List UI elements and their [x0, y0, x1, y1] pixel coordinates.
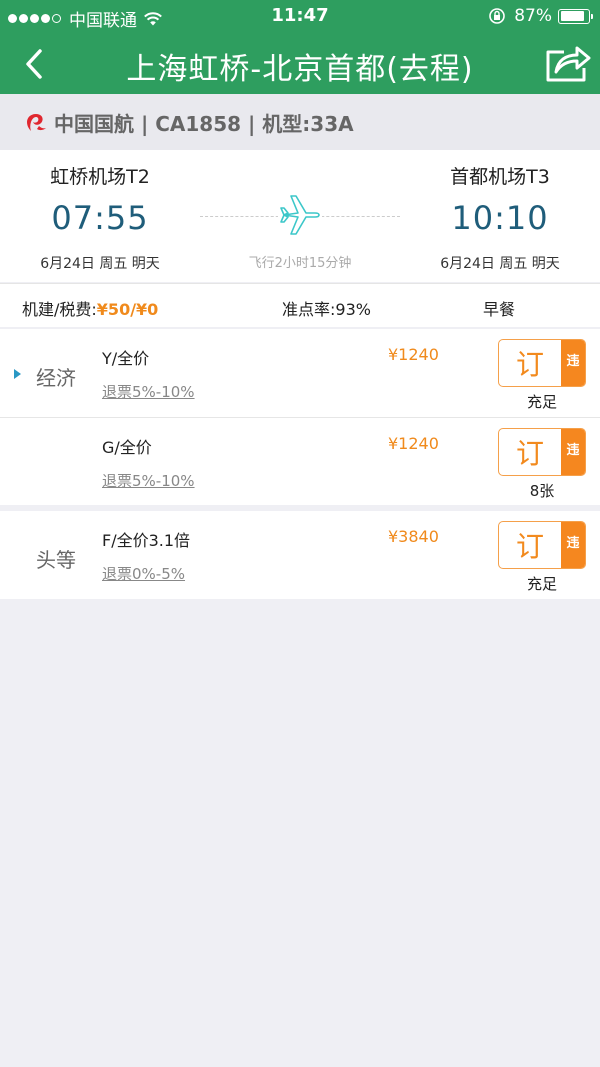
- ticket-availability: 充足: [526, 393, 557, 411]
- status-bar: 中国联通 11:47 87%: [0, 0, 600, 32]
- airline-flight-info: 中国国航 | CA1858 | 机型:33A: [54, 111, 354, 136]
- departure-info: 虹桥机场T2 07:55 6月24日 周五 明天: [0, 162, 200, 273]
- battery-icon: [558, 8, 593, 24]
- fare-price: ¥1240: [388, 345, 439, 364]
- nav-bar: 上海虹桥-北京首都(去程): [0, 32, 600, 94]
- battery-fill: [560, 11, 584, 21]
- arrival-airport: 首都机场T3: [450, 166, 550, 188]
- violation-tag: 违: [561, 340, 585, 386]
- flight-summary: 虹桥机场T2 07:55 6月24日 周五 明天 飞行2小时15分钟 首都机场T…: [0, 150, 600, 282]
- back-button[interactable]: [14, 44, 54, 84]
- arrival-date: 6月24日 周五 明天: [440, 256, 560, 272]
- tax-fee: 机建/税费:¥50/¥0: [22, 296, 158, 320]
- arrival-time: 10:10: [451, 199, 549, 237]
- flight-duration-area: 飞行2小时15分钟: [200, 190, 400, 280]
- arrival-info: 首都机场T3 10:10 6月24日 周五 明天: [400, 162, 600, 273]
- air-china-logo-icon: [27, 114, 46, 131]
- departure-date: 6月24日 周五 明天: [40, 256, 160, 272]
- cabin-group-first: 头等 F/全价3.1倍 退票0%-5% ¥3840 订 违 充足: [0, 511, 600, 599]
- book-button[interactable]: 订 违: [498, 428, 586, 476]
- ticket-availability: 8张: [529, 482, 555, 500]
- share-button[interactable]: [542, 38, 594, 88]
- ontime-rate: 准点率:93%: [282, 300, 371, 319]
- fare-row[interactable]: 经济 Y/全价 退票5%-10% ¥1240 订 违 充足: [0, 329, 600, 417]
- fare-name: G/全价: [102, 438, 152, 457]
- flight-duration: 飞行2小时15分钟: [248, 256, 352, 271]
- fare-row[interactable]: G/全价 退票5%-10% ¥1240 订 违 8张: [0, 417, 600, 505]
- refund-rule-link[interactable]: 退票5%-10%: [102, 470, 195, 491]
- fare-price: ¥3840: [388, 527, 439, 546]
- book-button[interactable]: 订 违: [498, 339, 586, 387]
- fare-price: ¥1240: [388, 434, 439, 453]
- book-button-label: 订: [515, 348, 544, 381]
- violation-tag: 违: [561, 429, 585, 475]
- refund-rule-link[interactable]: 退票0%-5%: [102, 563, 185, 584]
- airline-info-bar: 中国国航 | CA1858 | 机型:33A: [0, 94, 600, 150]
- refund-rule-link[interactable]: 退票5%-10%: [102, 381, 195, 402]
- departure-time: 07:55: [51, 199, 149, 237]
- rotation-lock-icon: [489, 8, 506, 24]
- fee-info-row: 机建/税费:¥50/¥0 准点率:93% 早餐: [0, 283, 600, 327]
- battery-area: 87%: [488, 6, 593, 26]
- tax-fee-label: 机建/税费:: [22, 300, 97, 319]
- share-icon: [546, 46, 591, 82]
- book-button[interactable]: 订 违: [498, 521, 586, 569]
- fare-name: Y/全价: [102, 349, 150, 368]
- book-button-label: 订: [515, 437, 544, 470]
- battery-percent: 87%: [514, 6, 552, 26]
- airplane-icon: [278, 192, 322, 238]
- chevron-left-icon: [26, 49, 42, 79]
- cabin-group-economy: 经济 Y/全价 退票5%-10% ¥1240 订 违 充足 G/全价 退票5%-…: [0, 329, 600, 505]
- fare-name: F/全价3.1倍: [102, 531, 191, 550]
- expand-arrow-icon: [14, 369, 21, 379]
- departure-airport: 虹桥机场T2: [50, 166, 150, 188]
- page-title: 上海虹桥-北京首都(去程): [126, 52, 474, 87]
- meal-info: 早餐: [483, 300, 516, 319]
- cabin-label: 头等: [36, 548, 76, 572]
- fare-row[interactable]: 头等 F/全价3.1倍 退票0%-5% ¥3840 订 违 充足: [0, 511, 600, 599]
- ticket-availability: 充足: [526, 575, 557, 593]
- cabin-label: 经济: [36, 366, 76, 390]
- tax-fee-value: ¥50/¥0: [96, 300, 159, 319]
- violation-tag: 违: [561, 522, 585, 568]
- book-button-label: 订: [515, 530, 544, 563]
